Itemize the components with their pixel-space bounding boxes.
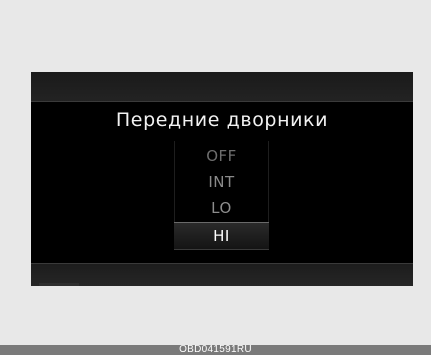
wiper-options-list: OFF INT LO HI (174, 137, 269, 254)
display-top-bar (31, 72, 413, 102)
figure-code: OBD041591RU (0, 345, 431, 355)
menu-title: Передние дворники (115, 109, 329, 131)
display-bottom-bar (31, 263, 413, 286)
manual-illustration: Передние дворники OFF INT LO HI OBD04159… (0, 0, 431, 355)
option-int[interactable]: INT (174, 169, 269, 195)
cluster-display: Передние дворники OFF INT LO HI (31, 72, 413, 286)
option-hi-selected[interactable]: HI (174, 222, 269, 250)
option-off[interactable]: OFF (174, 143, 269, 169)
option-lo[interactable]: LO (174, 195, 269, 221)
bottom-corner-mark (39, 283, 79, 286)
